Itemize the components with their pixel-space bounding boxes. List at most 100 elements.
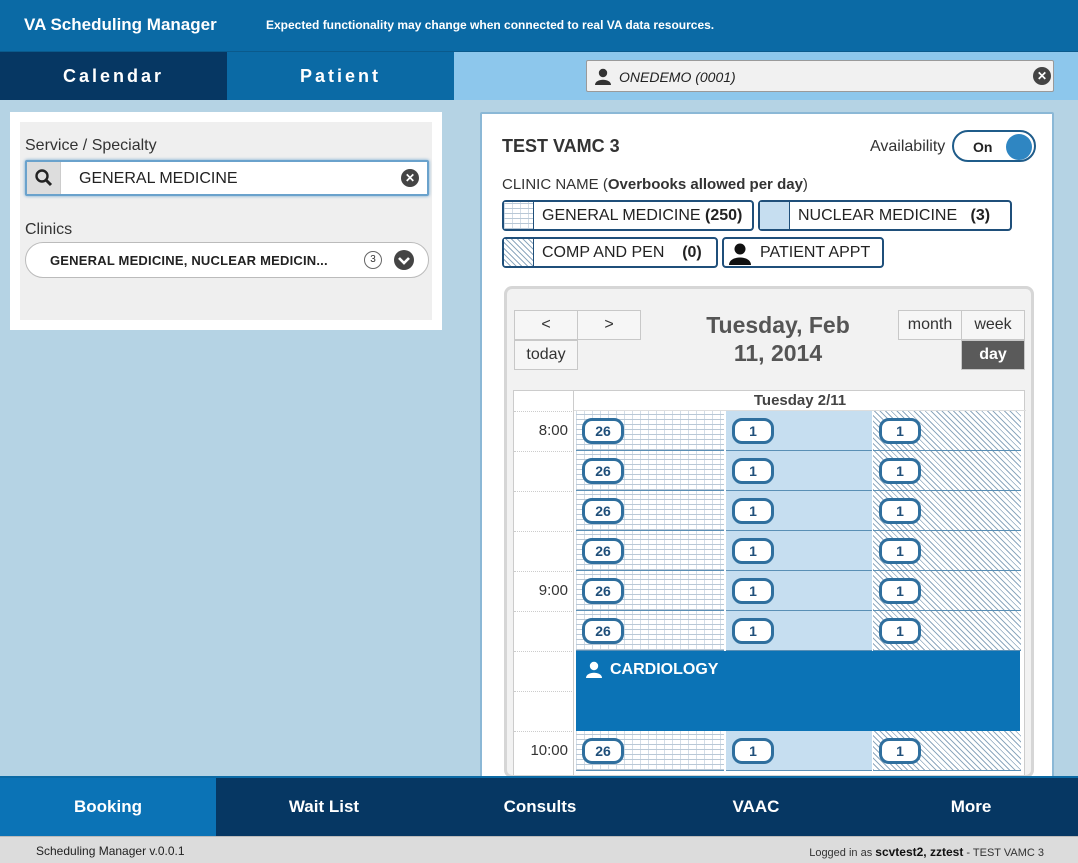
footer: Scheduling Manager v.0.0.1 Logged in as …: [0, 836, 1078, 863]
person-icon: [729, 243, 751, 265]
clear-search-icon[interactable]: ✕: [401, 169, 419, 187]
nav-vaac[interactable]: VAAC: [648, 778, 864, 838]
clinic-name-header: CLINIC NAME (Overbooks allowed per day): [502, 176, 808, 193]
slot-count-badge[interactable]: 1: [732, 538, 774, 564]
availability-slot[interactable]: 26: [576, 531, 724, 571]
slot-count-badge[interactable]: 26: [582, 738, 624, 764]
legend-general-medicine[interactable]: GENERAL MEDICINE (250): [502, 200, 754, 231]
availability-slot[interactable]: 1: [726, 411, 872, 451]
legend-swatch: [504, 202, 534, 229]
legend-swatch: [760, 202, 790, 229]
slot-count-badge[interactable]: 1: [732, 498, 774, 524]
calendar-pane: TEST VAMC 3 Availability On CLINIC NAME …: [454, 100, 1078, 782]
availability-slot[interactable]: 1: [873, 411, 1021, 451]
slot-count-badge[interactable]: 1: [879, 738, 921, 764]
search-icon[interactable]: [27, 162, 61, 194]
nav-booking[interactable]: Booking: [0, 778, 216, 838]
clinics-label: Clinics: [25, 221, 73, 238]
slot-count-badge[interactable]: 1: [879, 538, 921, 564]
availability-slot[interactable]: 26: [576, 491, 724, 531]
availability-slot[interactable]: 26: [576, 451, 724, 491]
slot-count-badge[interactable]: 1: [879, 618, 921, 644]
clear-patient-icon[interactable]: ✕: [1033, 67, 1051, 85]
bottom-nav: Booking Wait List Consults VAAC More: [0, 776, 1078, 838]
slot-count-badge[interactable]: 26: [582, 458, 624, 484]
day-view-button[interactable]: day: [961, 340, 1025, 370]
time-column: 8:00 9:00 10:00: [514, 391, 574, 775]
filter-card: Service / Specialty GENERAL MEDICINE ✕ C…: [10, 112, 442, 330]
data-notice: Expected functionality may change when c…: [266, 18, 715, 32]
time-slot-label: [514, 531, 574, 571]
legend-comp-and-pen[interactable]: COMP AND PEN (0): [502, 237, 718, 268]
service-value: GENERAL MEDICINE: [79, 170, 238, 187]
slot-count-badge[interactable]: 26: [582, 498, 624, 524]
service-label: Service / Specialty: [25, 137, 157, 154]
availability-slot[interactable]: 1: [873, 491, 1021, 531]
time-slot-label: [514, 491, 574, 531]
time-slot-label: [514, 651, 574, 691]
availability-slot[interactable]: 1: [726, 491, 872, 531]
appointment-cardiology[interactable]: CARDIOLOGY: [576, 651, 1020, 731]
slot-count-badge[interactable]: 1: [879, 578, 921, 604]
availability-slot[interactable]: 1: [873, 611, 1021, 651]
slot-count-badge[interactable]: 1: [879, 498, 921, 524]
nav-more[interactable]: More: [864, 778, 1078, 838]
slot-count-badge[interactable]: 26: [582, 618, 624, 644]
tab-patient[interactable]: Patient: [227, 52, 454, 100]
patient-name: ONEDEMO (0001): [619, 69, 736, 85]
slot-count-badge[interactable]: 1: [732, 418, 774, 444]
availability-slot[interactable]: 26: [576, 731, 724, 771]
slot-count-badge[interactable]: 1: [732, 618, 774, 644]
service-search-input[interactable]: GENERAL MEDICINE ✕: [25, 160, 429, 196]
week-view-button[interactable]: week: [961, 310, 1025, 340]
nav-consults[interactable]: Consults: [432, 778, 648, 838]
slot-count-badge[interactable]: 1: [879, 458, 921, 484]
patient-bar: ONEDEMO (0001) ✕: [454, 52, 1078, 100]
time-slot-label: 8:00: [514, 411, 574, 451]
tab-calendar[interactable]: Calendar: [0, 52, 227, 100]
legend-patient-appt[interactable]: PATIENT APPT: [722, 237, 884, 268]
prev-button[interactable]: <: [514, 310, 578, 340]
slot-count-badge[interactable]: 1: [732, 458, 774, 484]
availability-slot[interactable]: 1: [873, 451, 1021, 491]
availability-slot[interactable]: 1: [873, 531, 1021, 571]
availability-slot[interactable]: 26: [576, 411, 724, 451]
slot-count-badge[interactable]: 26: [582, 538, 624, 564]
person-icon: [595, 68, 611, 85]
today-button[interactable]: today: [514, 340, 578, 370]
availability-slot[interactable]: 1: [726, 531, 872, 571]
top-header: VA Scheduling Manager Expected functiona…: [0, 0, 1078, 52]
facility-name: TEST VAMC 3: [502, 136, 620, 156]
day-column-header: Tuesday 2/11: [574, 391, 1026, 411]
availability-state: On: [973, 139, 993, 155]
patient-selector[interactable]: ONEDEMO (0001) ✕: [586, 60, 1054, 92]
time-slot-label: [514, 691, 574, 731]
availability-slot[interactable]: 1: [726, 571, 872, 611]
toggle-knob: [1006, 134, 1032, 160]
slot-count-badge[interactable]: 26: [582, 418, 624, 444]
slot-count-badge[interactable]: 1: [732, 578, 774, 604]
slot-count-badge[interactable]: 1: [732, 738, 774, 764]
calendar-title: Tuesday, Feb 11, 2014: [706, 312, 850, 366]
availability-slot[interactable]: 1: [726, 611, 872, 651]
availability-slot[interactable]: 1: [726, 451, 872, 491]
availability-slot[interactable]: 1: [873, 571, 1021, 611]
legend-nuclear-medicine[interactable]: NUCLEAR MEDICINE (3): [758, 200, 1012, 231]
nav-wait-list[interactable]: Wait List: [216, 778, 432, 838]
availability-slot[interactable]: 26: [576, 611, 724, 651]
next-button[interactable]: >: [577, 310, 641, 340]
availability-slot[interactable]: 26: [576, 571, 724, 611]
availability-toggle[interactable]: On: [952, 130, 1036, 162]
primary-nav: Calendar Patient ONEDEMO (0001) ✕: [0, 52, 1078, 100]
slot-count-badge[interactable]: 1: [879, 418, 921, 444]
slot-count-badge[interactable]: 26: [582, 578, 624, 604]
time-slot-label: [514, 451, 574, 491]
time-slot-label: 10:00: [514, 731, 574, 771]
clinics-select[interactable]: GENERAL MEDICINE, NUCLEAR MEDICIN... 3: [25, 242, 429, 278]
availability-slot[interactable]: 1: [726, 731, 872, 771]
month-view-button[interactable]: month: [898, 310, 962, 340]
clinics-count-badge: 3: [364, 251, 382, 269]
availability-slot[interactable]: 1: [873, 731, 1021, 771]
chevron-down-icon[interactable]: [394, 250, 414, 270]
filter-pane: Service / Specialty GENERAL MEDICINE ✕ C…: [0, 100, 454, 776]
